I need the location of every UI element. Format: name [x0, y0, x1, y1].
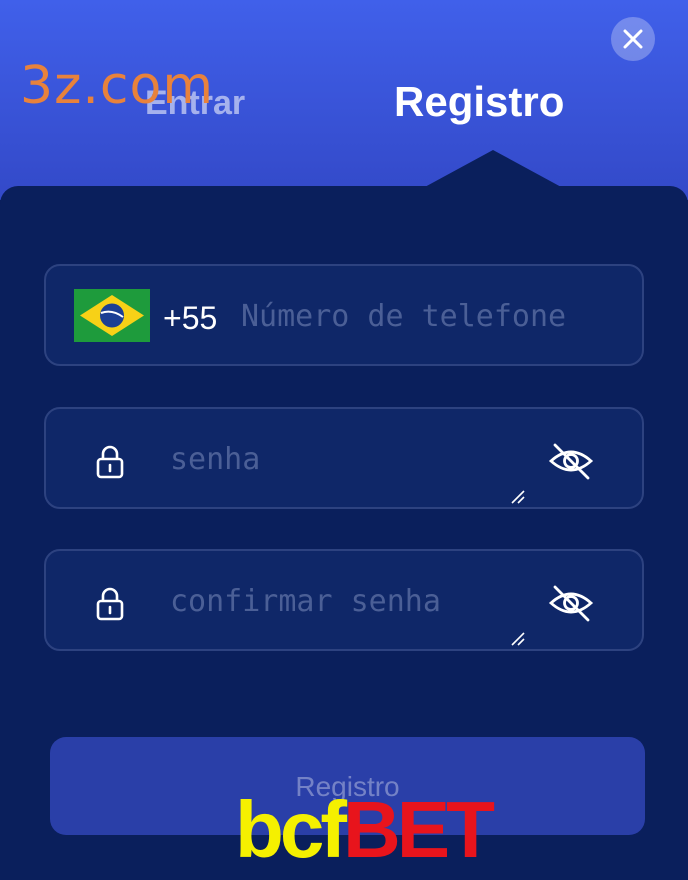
tab-registro[interactable]: Registro: [394, 78, 564, 126]
brazil-flag-icon[interactable]: [74, 289, 150, 342]
password-input[interactable]: [170, 439, 530, 479]
watermark-bottom: bcfBET: [235, 790, 495, 870]
watermark-top: 3z.com: [20, 56, 214, 116]
active-tab-indicator: [423, 150, 563, 188]
eye-off-icon[interactable]: [548, 441, 594, 481]
close-button[interactable]: [611, 17, 655, 61]
watermark-bottom-part1: bcf: [235, 785, 347, 874]
eye-off-icon[interactable]: [548, 583, 594, 623]
lock-icon: [96, 445, 124, 479]
confirm-password-field: [44, 549, 644, 651]
watermark-bottom-part2: BET: [343, 785, 495, 874]
country-code[interactable]: +55: [163, 300, 217, 337]
password-field: [44, 407, 644, 509]
close-icon: [623, 29, 643, 49]
phone-input[interactable]: [241, 296, 591, 336]
resize-handle-icon[interactable]: [510, 489, 526, 505]
confirm-password-input[interactable]: [170, 581, 530, 621]
lock-icon: [96, 587, 124, 621]
resize-handle-icon[interactable]: [510, 631, 526, 647]
registration-modal: Entrar Registro 3z.com +55 Número de tel…: [0, 0, 688, 880]
phone-field: +55: [44, 264, 644, 366]
